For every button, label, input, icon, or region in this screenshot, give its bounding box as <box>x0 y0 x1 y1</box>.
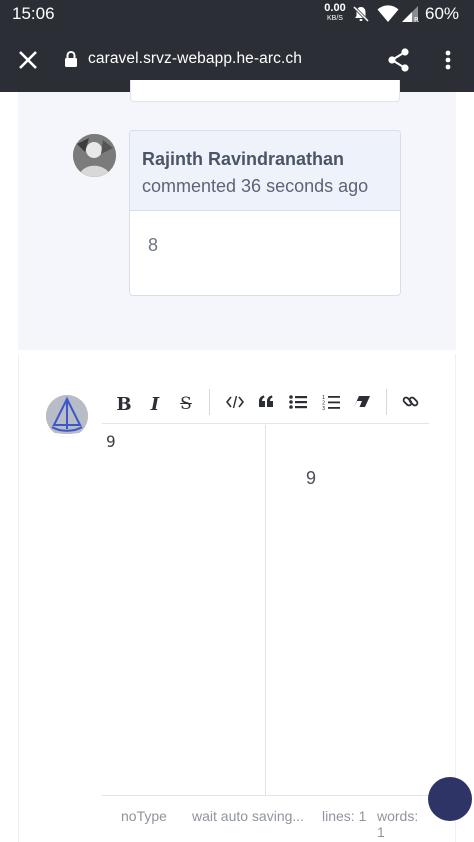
floating-action-button[interactable] <box>428 777 472 821</box>
eraser-icon <box>353 395 371 414</box>
wifi-icon <box>377 5 399 28</box>
bold-button[interactable]: B <box>111 390 137 418</box>
link-button[interactable] <box>397 390 423 418</box>
comment-timestamp: commented 36 seconds ago <box>142 176 369 196</box>
avatar[interactable] <box>73 134 116 177</box>
bullet-list-icon <box>289 394 307 414</box>
lock-icon <box>64 50 78 68</box>
italic-icon: I <box>150 393 160 415</box>
network-speed: 0.00 KB/S <box>323 2 347 23</box>
comment-author[interactable]: Rajinth Ravindranathan <box>142 149 344 170</box>
bold-icon: B <box>116 393 132 415</box>
svg-text:3: 3 <box>322 406 325 410</box>
editor-statusbar: noType wait auto saving... lines: 1 word… <box>102 795 429 842</box>
italic-button[interactable]: I <box>142 390 168 418</box>
toolbar-divider <box>209 389 210 415</box>
link-icon <box>402 393 419 415</box>
url-text[interactable]: caravel.srvz-webapp.he-arc.ch <box>88 50 302 68</box>
battery-level: 60% <box>425 4 460 23</box>
status-autosave: wait auto saving... <box>192 808 305 824</box>
bullet-list-button[interactable] <box>285 390 311 418</box>
code-button[interactable] <box>222 390 248 418</box>
status-words: words: 1 <box>377 808 419 840</box>
share-icon[interactable] <box>385 46 413 74</box>
markdown-source-text[interactable]: 9 <box>106 432 116 451</box>
markdown-source-editor[interactable] <box>102 425 266 795</box>
network-speed-value: 0.00 <box>324 2 346 14</box>
eraser-button[interactable] <box>349 390 375 418</box>
signal-icon: R <box>401 5 421 28</box>
status-lines: lines: 1 <box>322 808 367 824</box>
editor-toolbar: B I S 123 <box>102 386 429 424</box>
previous-comment-card <box>130 80 400 102</box>
comment-body: 8 <box>148 235 159 255</box>
ordered-list-icon: 123 <box>322 394 340 415</box>
status-type: noType <box>121 808 167 824</box>
quote-icon <box>258 395 274 413</box>
strikethrough-button[interactable]: S <box>173 390 199 418</box>
code-icon <box>225 395 245 414</box>
close-icon[interactable] <box>14 46 42 74</box>
network-speed-unit: KB/S <box>327 15 343 22</box>
editor-split-divider <box>265 425 266 795</box>
status-time: 15:06 <box>12 4 55 23</box>
comment-card: Rajinth Ravindranathan commented 36 seco… <box>129 130 401 296</box>
markdown-preview-text: 9 <box>306 468 317 488</box>
ordered-list-button[interactable]: 123 <box>318 390 344 418</box>
comment-header: Rajinth Ravindranathan commented 36 seco… <box>130 131 400 211</box>
svg-text:R: R <box>414 16 419 23</box>
more-vert-icon[interactable] <box>436 46 460 74</box>
quote-button[interactable] <box>253 390 279 418</box>
system-status-bar: 15:06 0.00 KB/S R 60% <box>0 0 474 28</box>
strikethrough-icon: S <box>180 394 192 414</box>
toolbar-divider <box>386 389 387 415</box>
mute-icon <box>352 5 370 28</box>
avatar <box>46 395 88 437</box>
